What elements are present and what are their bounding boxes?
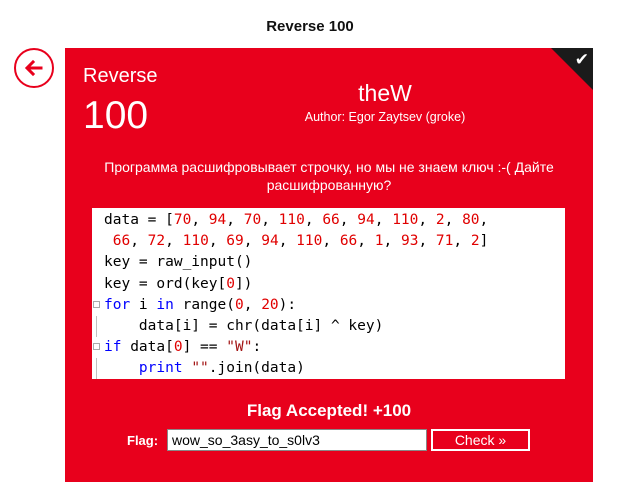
fold-marker[interactable] bbox=[93, 343, 100, 351]
code-line: key = ord(key[0]) bbox=[104, 275, 253, 292]
code-line: print "".join(data) bbox=[96, 358, 565, 380]
challenge-author: Author: Egor Zaytsev (groke) bbox=[304, 110, 466, 124]
flag-status: Flag Accepted! +100 bbox=[246, 401, 412, 420]
code-line: 66, 72, 110, 69, 94, 110, 66, 1, 93, 71,… bbox=[112, 233, 489, 250]
code-line: data[i] = chr(data[i] ^ key) bbox=[96, 315, 565, 337]
arrow-left-icon bbox=[24, 59, 43, 77]
challenge-category: Reverse bbox=[83, 65, 158, 87]
code-line: if data[0] == "W": bbox=[93, 337, 565, 358]
check-button[interactable]: Check » bbox=[431, 429, 530, 451]
challenge-description: Программа расшифровывает строчку, но мы … bbox=[104, 159, 554, 193]
code-line: for i in range(0, 20): bbox=[93, 295, 565, 316]
fold-rail bbox=[96, 358, 97, 380]
challenge-points: 100 bbox=[83, 94, 149, 137]
challenge-card: ✔ Reverse 100 theW Author: Egor Zaytsev … bbox=[65, 48, 593, 482]
challenge-name: theW bbox=[358, 80, 412, 106]
fold-rail bbox=[96, 315, 97, 337]
flag-label: Flag: bbox=[127, 433, 159, 448]
code-line: key = raw_input() bbox=[104, 254, 253, 271]
page-title: Reverse 100 bbox=[266, 18, 354, 35]
back-button[interactable] bbox=[14, 48, 54, 88]
code-block: data = [70, 94, 70, 110, 66, 94, 110, 2,… bbox=[92, 208, 565, 380]
flag-input[interactable] bbox=[167, 429, 427, 451]
checkmark-icon: ✔ bbox=[574, 50, 589, 69]
fold-marker[interactable] bbox=[93, 300, 100, 308]
code-line: data = [70, 94, 70, 110, 66, 94, 110, 2,… bbox=[104, 212, 489, 228]
